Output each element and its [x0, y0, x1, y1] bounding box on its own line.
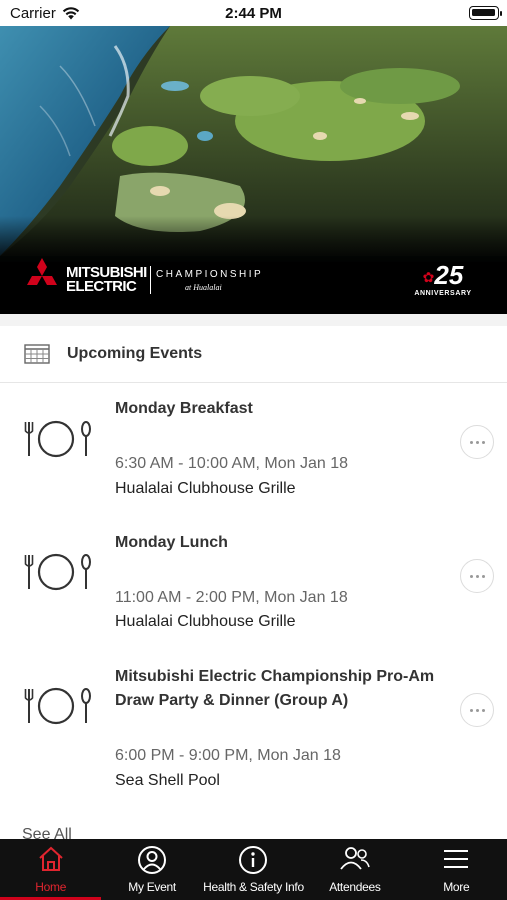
home-icon	[39, 846, 63, 871]
tab-more[interactable]: More	[406, 839, 507, 900]
tab-label: Home	[35, 880, 67, 894]
brand-line2: ELECTRIC	[66, 278, 137, 295]
event-title: Monday Lunch	[115, 534, 228, 551]
brand-name: MITSUBISHI ELECTRIC	[66, 265, 147, 295]
tab-my-event[interactable]: My Event	[101, 839, 202, 900]
anniversary-badge: ✿25 ANNIVERSARY	[408, 262, 478, 302]
hibiscus-icon: ✿	[422, 269, 435, 286]
event-location: Sea Shell Pool	[115, 772, 220, 789]
event-options-button[interactable]	[460, 559, 494, 593]
info-icon	[239, 846, 268, 874]
anniversary-label: ANNIVERSARY	[414, 290, 472, 298]
menu-icon	[444, 850, 469, 868]
status-bar: Carrier 2:44 PM	[0, 0, 507, 28]
event-options-button[interactable]	[460, 425, 494, 459]
tab-attendees[interactable]: Attendees	[304, 839, 405, 900]
tab-label: Health & Safety Info	[203, 880, 304, 894]
tab-label: Attendees	[329, 880, 381, 894]
event-item[interactable]: Monday Breakfast 6:30 AM - 10:00 AM, Mon…	[0, 383, 507, 517]
event-time: 11:00 AM - 2:00 PM, Mon Jan 18	[115, 589, 348, 606]
anniversary-number: 25	[434, 260, 464, 290]
mitsubishi-logo-icon	[27, 258, 57, 285]
section-title: Upcoming Events	[67, 345, 203, 362]
upcoming-events-header: Upcoming Events	[0, 326, 507, 383]
tab-home[interactable]: Home	[0, 839, 102, 900]
championship-title: CHAMPIONSHIP	[156, 269, 264, 280]
tab-health-safety[interactable]: Health & Safety Info	[203, 839, 304, 900]
bottom-tab-bar: Home My Event Health & Safety Info Atten…	[0, 839, 507, 900]
event-item[interactable]: Mitsubishi Electric Championship Pro-Am …	[0, 652, 507, 812]
event-time: 6:30 AM - 10:00 AM, Mon Jan 18	[115, 455, 349, 472]
tab-label: More	[443, 880, 470, 894]
people-icon	[340, 847, 370, 870]
tab-label: My Event	[128, 880, 176, 894]
event-time: 6:00 PM - 9:00 PM, Mon Jan 18	[115, 747, 341, 764]
dining-icon	[24, 553, 91, 591]
battery-icon	[469, 6, 502, 20]
calendar-grid-icon	[24, 344, 50, 364]
event-options-button[interactable]	[460, 693, 494, 727]
dining-icon	[24, 687, 91, 725]
event-location: Hualalai Clubhouse Grille	[115, 480, 296, 497]
dining-icon	[24, 420, 91, 458]
championship-subtitle: at Hualalai	[185, 283, 222, 292]
event-location: Hualalai Clubhouse Grille	[115, 613, 296, 630]
user-circle-icon	[138, 846, 167, 874]
clock: 2:44 PM	[225, 5, 282, 22]
event-item[interactable]: Monday Lunch 11:00 AM - 2:00 PM, Mon Jan…	[0, 517, 507, 652]
hero-banner: MITSUBISHI ELECTRIC CHAMPIONSHIP at Hual…	[0, 26, 507, 314]
event-title: Mitsubishi Electric Championship Pro-Am …	[115, 668, 435, 709]
event-title: Monday Breakfast	[115, 400, 253, 417]
